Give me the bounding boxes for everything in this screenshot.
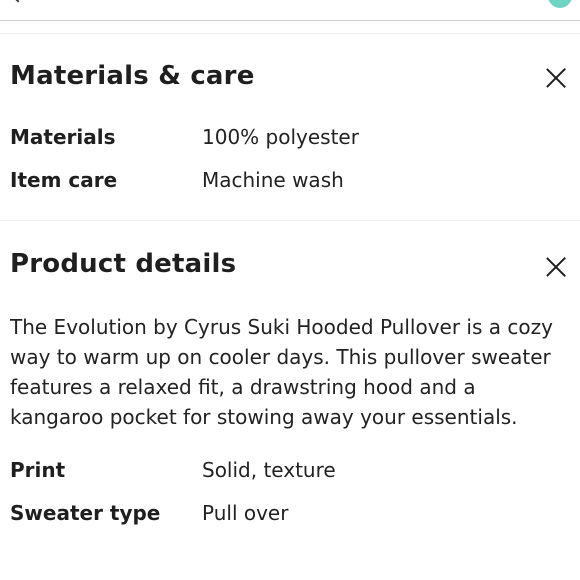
product-details-title: Product details <box>10 249 237 279</box>
materials-value: 100% polyester <box>202 125 359 149</box>
sweater-type-label: Sweater type <box>10 501 161 525</box>
section-divider <box>0 33 580 34</box>
bag-badge-icon[interactable] <box>548 0 572 8</box>
top-header <box>0 0 580 21</box>
materials-care-title: Materials & care <box>10 61 255 91</box>
back-chevron-icon[interactable] <box>9 0 27 3</box>
close-icon[interactable] <box>545 256 567 278</box>
item-care-label: Item care <box>10 168 118 192</box>
sweater-type-value: Pull over <box>202 501 289 525</box>
print-value: Solid, texture <box>202 458 336 482</box>
section-divider <box>0 220 580 221</box>
item-care-value: Machine wash <box>202 168 344 192</box>
materials-label: Materials <box>10 125 116 149</box>
print-label: Print <box>10 458 66 482</box>
close-icon[interactable] <box>545 67 567 89</box>
product-description: The Evolution by Cyrus Suki Hooded Pullo… <box>10 315 553 429</box>
